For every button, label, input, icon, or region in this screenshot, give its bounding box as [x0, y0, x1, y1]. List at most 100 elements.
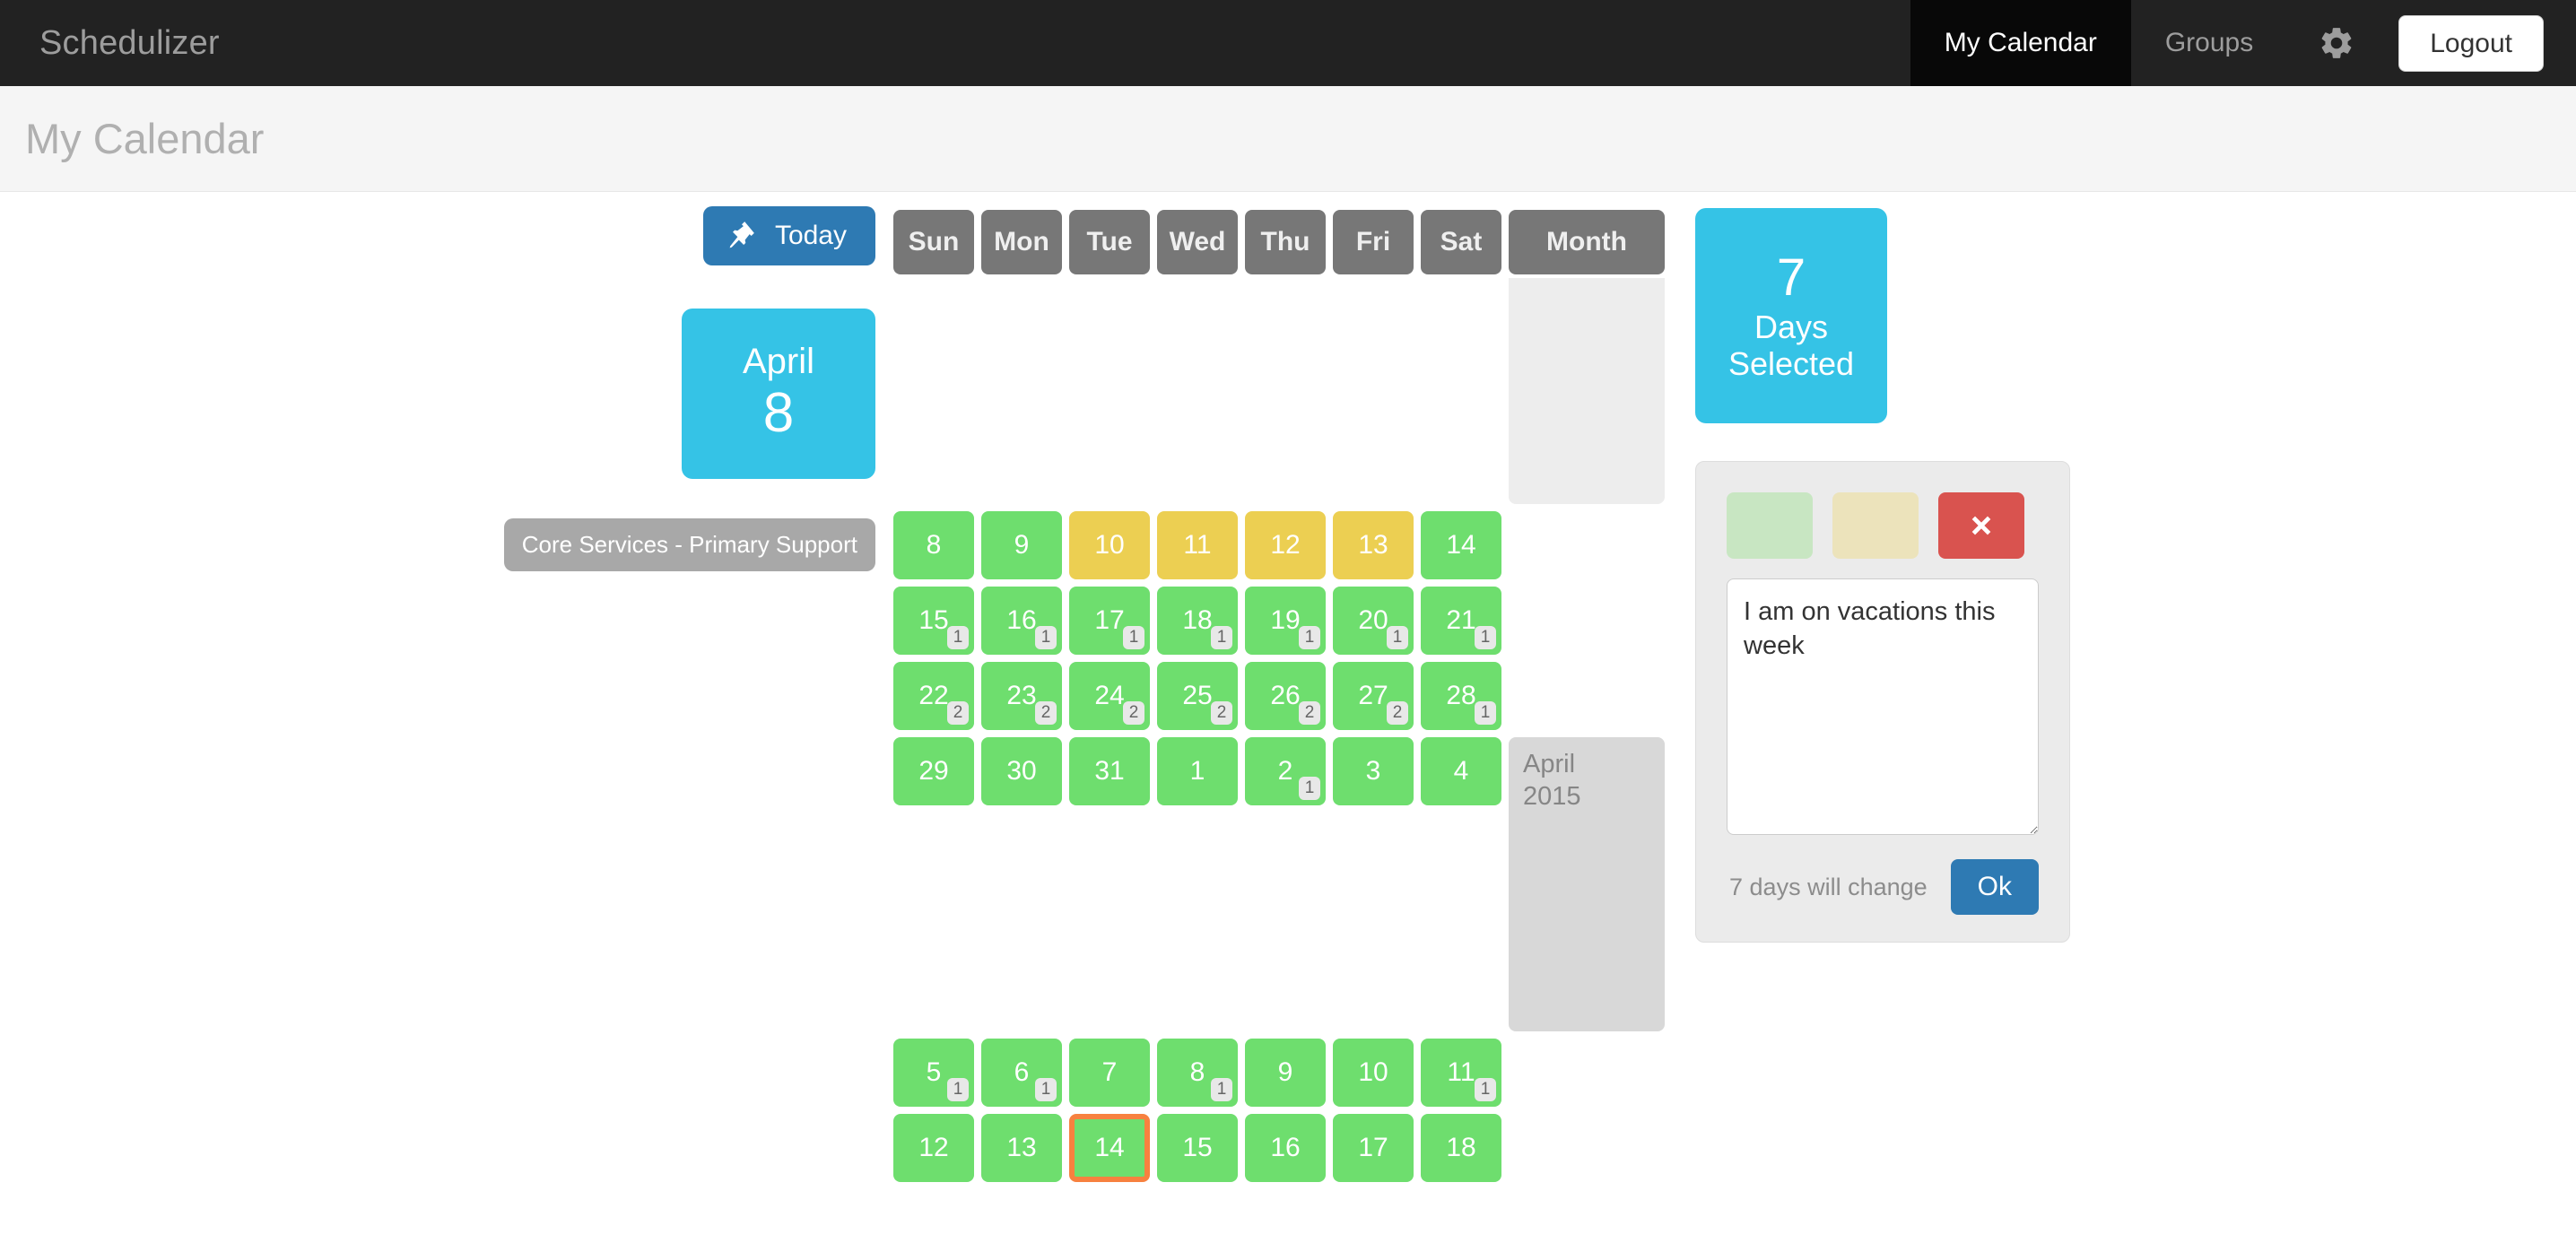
calendar-day-number: 21 [1446, 605, 1476, 635]
calendar-day[interactable]: 30 [981, 737, 1062, 805]
calendar-day[interactable]: 51 [893, 1039, 974, 1107]
calendar-day[interactable]: 19 1 [1245, 587, 1326, 655]
calendar-scroll-viewport[interactable]: 1234567March2015891011121314151161171181… [893, 278, 1670, 1184]
calendar-day-number: 11 [1447, 1057, 1475, 1087]
calendar-day[interactable]: 4 [1421, 737, 1501, 805]
calendar-day-number: 1 [1189, 756, 1205, 786]
calendar-day-badge: 1 [1475, 1078, 1496, 1101]
calendar-day[interactable]: 15 [1157, 1114, 1238, 1182]
calendar-day-badge: 2 [1035, 701, 1057, 725]
calendar-month-label-line: 2015 [1523, 782, 1581, 812]
unavailable-swatch-button[interactable] [1938, 492, 2024, 559]
calendar-day-number: 28 [1446, 681, 1476, 710]
selected-days-block: 7 Days Selected [1695, 208, 1887, 423]
calendar-day-badge: 2 [1123, 701, 1144, 725]
calendar-day[interactable]: 61 [981, 1039, 1062, 1107]
calendar-day-number: 16 [1270, 1133, 1301, 1162]
calendar-day[interactable]: 10 [1333, 1039, 1414, 1107]
nav-link-my-calendar[interactable]: My Calendar [1910, 0, 2131, 86]
current-date-block[interactable]: April 8 [682, 309, 875, 479]
calendar-month-cell[interactable]: March2015 [1509, 278, 1665, 504]
calendar-day-number: 10 [1358, 1057, 1388, 1087]
calendar-day-badge: 1 [947, 1078, 969, 1101]
calendar-week-row: 1234567March2015 [893, 278, 1670, 504]
group-tag[interactable]: Core Services - Primary Support [503, 518, 875, 571]
calendar-day[interactable]: 9 [981, 511, 1062, 579]
calendar-day[interactable]: 13 [981, 1114, 1062, 1182]
calendar-day[interactable]: 17 1 [1069, 587, 1150, 655]
calendar-day-number: 18 [1446, 1133, 1476, 1162]
calendar-day-badge: 1 [1123, 626, 1144, 649]
calendar-day-number: 6 [1014, 1057, 1030, 1087]
selected-days-selected-word: Selected [1727, 345, 1855, 383]
calendar-day-number: 30 [1006, 756, 1037, 786]
calendar-day[interactable]: 9 [1245, 1039, 1326, 1107]
calendar-day[interactable]: 81 [1157, 1039, 1238, 1107]
calendar-day[interactable]: 18 1 [1157, 587, 1238, 655]
calendar-day[interactable]: 25 2 [1157, 662, 1238, 730]
today-button[interactable]: Today [702, 206, 875, 265]
calendar-day-today[interactable]: 14 [1069, 1114, 1150, 1182]
weekday-header-mon: Mon [981, 210, 1062, 274]
weekday-header-fri: Fri [1333, 210, 1414, 274]
calendar-day[interactable]: 10 [1069, 511, 1150, 579]
nav-link-groups[interactable]: Groups [2131, 0, 2287, 86]
calendar-day-badge: 2 [1211, 701, 1232, 725]
calendar-day[interactable]: 17 [1333, 1114, 1414, 1182]
calendar-day-number: 11 [1183, 530, 1212, 560]
calendar-day[interactable]: 16 1 [981, 587, 1062, 655]
calendar-day-number: 29 [918, 756, 949, 786]
calendar-day[interactable]: 12 [893, 1114, 974, 1182]
calendar-day-number: 13 [1006, 1133, 1037, 1162]
calendar-day-badge: 1 [1475, 701, 1496, 725]
calendar-month-cell[interactable]: April 2015 [1509, 737, 1665, 1031]
calendar-day[interactable]: 11 1 [1421, 1039, 1501, 1107]
calendar-day[interactable]: 26 2 [1245, 662, 1326, 730]
calendar-day-number: 7 [1101, 1057, 1118, 1087]
left-panel: Today April 8 Core Services - Primary Su… [503, 192, 875, 571]
tentative-swatch-button[interactable] [1832, 492, 1919, 559]
ok-button[interactable]: Ok [1950, 859, 2039, 915]
calendar-day[interactable]: 8 [893, 511, 974, 579]
calendar-day[interactable]: 13 [1333, 511, 1414, 579]
weekday-header-thu: Thu [1245, 210, 1326, 274]
calendar-day[interactable]: 29 [893, 737, 974, 805]
calendar-day[interactable]: 28 1 [1421, 662, 1501, 730]
calendar-day[interactable]: 16 [1245, 1114, 1326, 1182]
calendar-day[interactable]: 31 [1069, 737, 1150, 805]
right-panel: 7 Days Selected 7 days will change Ok [1695, 192, 2090, 943]
calendar-day-badge: 2 [1299, 701, 1320, 725]
calendar-day-badge: 1 [1211, 626, 1232, 649]
calendar-day[interactable]: 12 [1245, 511, 1326, 579]
calendar-day[interactable]: 21 [1245, 737, 1326, 805]
calendar-day-number: 14 [1446, 530, 1476, 560]
settings-button[interactable] [2287, 0, 2386, 86]
calendar-day[interactable]: 23 2 [981, 662, 1062, 730]
navbar-right-group: My Calendar Groups Logout [1910, 0, 2576, 86]
calendar-day-number: 8 [1189, 1057, 1205, 1087]
calendar-day-number: 15 [1182, 1133, 1213, 1162]
calendar-day-badge: 2 [947, 701, 969, 725]
calendar-day[interactable]: 7 [1069, 1039, 1150, 1107]
calendar-day[interactable]: 20 1 [1333, 587, 1414, 655]
logout-button[interactable]: Logout [2398, 14, 2544, 72]
app-brand[interactable]: Schedulizer [0, 0, 220, 86]
calendar-day[interactable]: 3 [1333, 737, 1414, 805]
calendar-day[interactable]: 24 2 [1069, 662, 1150, 730]
note-textarea[interactable] [1727, 578, 2039, 835]
weekday-header-tue: Tue [1069, 210, 1150, 274]
change-count-note: 7 days will change [1729, 873, 1928, 900]
calendar-day[interactable]: 15 1 [893, 587, 974, 655]
calendar-day[interactable]: 11 [1157, 511, 1238, 579]
available-swatch-button[interactable] [1727, 492, 1813, 559]
calendar-day[interactable]: 27 2 [1333, 662, 1414, 730]
calendar: Sun Mon Tue Wed Thu Fri Sat Month 123456… [893, 192, 1670, 1184]
editor-footer: 7 days will change Ok [1727, 859, 2039, 915]
calendar-week-row: 8 9 10 11 12 13 14 [893, 511, 1670, 579]
calendar-day[interactable]: 14 [1421, 511, 1501, 579]
calendar-day[interactable]: 21 1 [1421, 587, 1501, 655]
calendar-day[interactable]: 22 2 [893, 662, 974, 730]
calendar-day[interactable]: 18 [1421, 1114, 1501, 1182]
main-content: Today April 8 Core Services - Primary Su… [0, 192, 2576, 1252]
calendar-day[interactable]: 1 [1157, 737, 1238, 805]
